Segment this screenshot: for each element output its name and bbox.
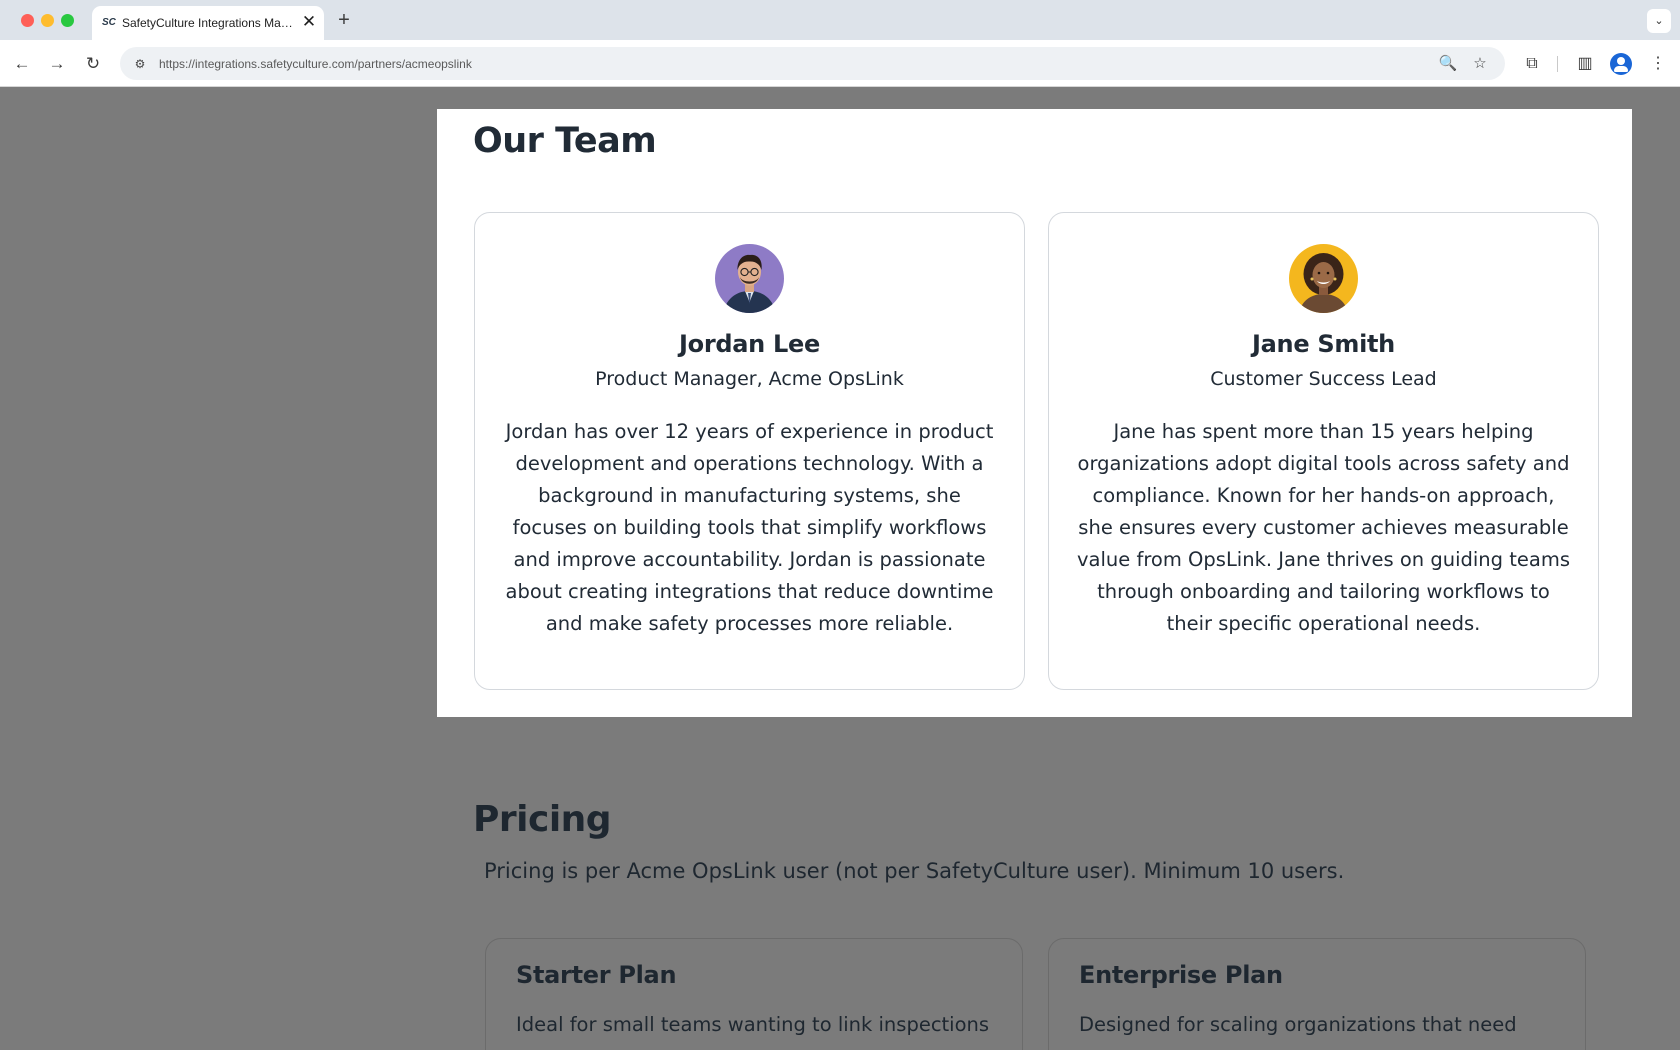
- plan-name: Starter Plan: [516, 961, 677, 989]
- team-section: Our Team Jordan Lee Product Manager, Acm…: [437, 109, 1632, 717]
- site-settings-icon[interactable]: ⚙: [130, 54, 150, 74]
- team-member-bio: Jane has spent more than 15 years helpin…: [1077, 420, 1570, 635]
- extensions-puzzle-icon[interactable]: ⧉: [1520, 52, 1544, 76]
- close-icon[interactable]: ✕: [300, 12, 318, 32]
- profile-avatar-icon[interactable]: [1610, 53, 1632, 75]
- window-minimize-button[interactable]: [41, 14, 54, 27]
- browser-toolbar: ← → ↻ ⚙ https://integrations.safetycultu…: [0, 40, 1680, 87]
- plan-description: Designed for scaling organizations that …: [1079, 1013, 1517, 1036]
- team-member-role: Customer Success Lead: [1210, 368, 1437, 390]
- browser-tab-bar: SC SafetyCulture Integrations Market… ✕ …: [0, 0, 1680, 40]
- bookmark-star-icon[interactable]: ☆: [1469, 53, 1491, 75]
- avatar: [1289, 244, 1358, 313]
- back-arrow-icon[interactable]: ←: [10, 52, 34, 76]
- safetyculture-favicon-icon: SC: [102, 17, 116, 28]
- zoom-icon[interactable]: 🔍: [1437, 53, 1459, 75]
- pricing-plan-card[interactable]: Starter Plan Ideal for small teams wanti…: [485, 938, 1023, 1050]
- toolbar-divider: [1557, 56, 1558, 72]
- window-maximize-button[interactable]: [61, 14, 74, 27]
- new-tab-icon[interactable]: +: [333, 9, 355, 31]
- tab-search-chevron-icon[interactable]: ⌄: [1647, 9, 1671, 33]
- team-member-bio: Jordan has over 12 years of experience i…: [505, 420, 994, 635]
- team-member-card: Jane Smith Customer Success Lead Jane ha…: [1048, 212, 1599, 690]
- more-menu-icon[interactable]: ⋮: [1646, 52, 1670, 76]
- team-member-role: Product Manager, Acme OpsLink: [595, 368, 904, 390]
- plan-description: Ideal for small teams wanting to link in…: [516, 1013, 990, 1036]
- pricing-section-title: Pricing: [473, 799, 612, 840]
- tab-title: SafetyCulture Integrations Market…: [122, 16, 294, 30]
- team-member-name: Jane Smith: [1252, 330, 1395, 358]
- team-member-card: Jordan Lee Product Manager, Acme OpsLink…: [474, 212, 1025, 690]
- pricing-plan-card[interactable]: Enterprise Plan Designed for scaling org…: [1048, 938, 1586, 1050]
- person-avatar-icon: [1289, 244, 1358, 313]
- team-member-name: Jordan Lee: [679, 330, 820, 358]
- avatar: [715, 244, 784, 313]
- plan-name: Enterprise Plan: [1079, 961, 1283, 989]
- reload-icon[interactable]: ↻: [81, 52, 105, 76]
- browser-tab[interactable]: SC SafetyCulture Integrations Market… ✕: [92, 6, 324, 40]
- forward-arrow-icon[interactable]: →: [45, 52, 69, 76]
- team-section-title: Our Team: [473, 121, 657, 161]
- url-text[interactable]: https://integrations.safetyculture.com/p…: [159, 56, 472, 72]
- side-panel-icon[interactable]: ▥: [1573, 52, 1597, 76]
- address-bar[interactable]: ⚙ https://integrations.safetyculture.com…: [120, 47, 1505, 80]
- page-viewport: Our Team Jordan Lee Product Manager, Acm…: [0, 88, 1680, 1050]
- person-avatar-icon: [715, 244, 784, 313]
- pricing-description: Pricing is per Acme OpsLink user (not pe…: [484, 859, 1345, 883]
- window-close-button[interactable]: [21, 14, 34, 27]
